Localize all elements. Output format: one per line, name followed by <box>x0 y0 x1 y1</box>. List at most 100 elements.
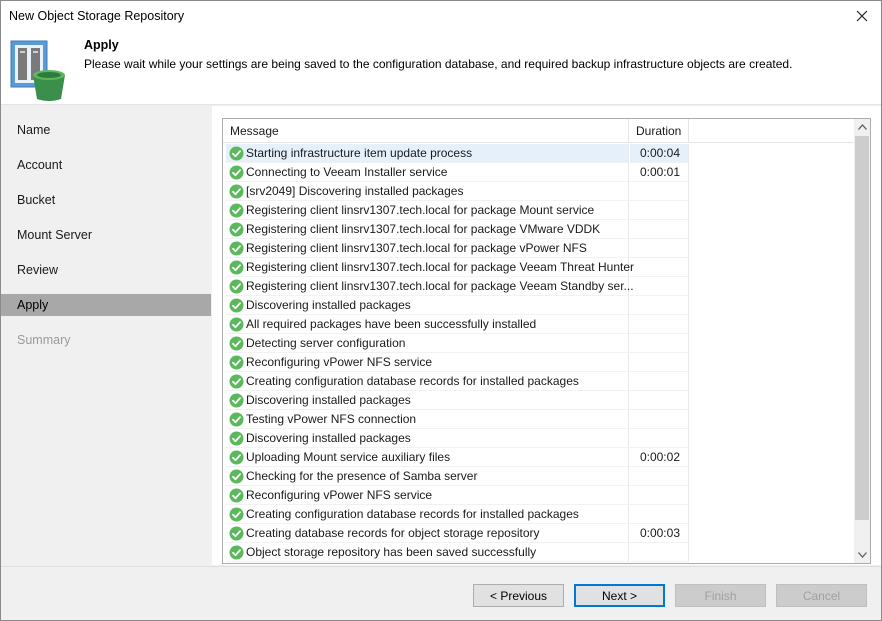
cancel-button: Cancel <box>776 584 867 607</box>
log-row[interactable]: All required packages have been successf… <box>223 315 856 334</box>
sidebar-item-apply[interactable]: Apply <box>1 294 211 316</box>
log-message-cell: Reconfiguring vPower NFS service <box>226 486 629 505</box>
title-bar: New Object Storage Repository <box>1 1 881 32</box>
check-circle-icon <box>229 298 244 313</box>
chevron-up-icon <box>857 124 867 130</box>
log-row[interactable]: [srv2049] Discovering installed packages <box>223 182 856 201</box>
log-row[interactable]: Uploading Mount service auxiliary files 0… <box>223 448 856 467</box>
log-row[interactable]: Connecting to Veeam Installer service 0:0… <box>223 163 856 182</box>
log-row[interactable]: Registering client linsrv1307.tech.local… <box>223 277 856 296</box>
log-message-text: Starting infrastructure item update proc… <box>246 146 473 160</box>
next-button[interactable]: Next > <box>574 584 665 607</box>
close-icon <box>856 10 868 22</box>
log-message-cell: Starting infrastructure item update proc… <box>226 144 629 163</box>
scroll-down-button[interactable] <box>854 547 870 563</box>
scroll-up-button[interactable] <box>854 119 870 135</box>
chevron-down-icon <box>857 552 867 558</box>
log-duration-cell <box>630 296 689 315</box>
check-circle-icon <box>229 488 244 503</box>
log-message-text: Detecting server configuration <box>246 336 406 350</box>
log-duration-cell <box>630 334 689 353</box>
log-duration-cell: 0:00:04 <box>630 144 689 163</box>
log-row[interactable]: Starting infrastructure item update proc… <box>223 144 856 163</box>
wizard-header: Apply Please wait while your settings ar… <box>1 32 881 105</box>
log-duration-cell <box>630 239 689 258</box>
log-row[interactable]: Registering client linsrv1307.tech.local… <box>223 220 856 239</box>
log-duration-cell <box>630 429 689 448</box>
check-circle-icon <box>229 507 244 522</box>
log-row[interactable]: Registering client linsrv1307.tech.local… <box>223 201 856 220</box>
log-row[interactable]: Discovering installed packages <box>223 391 856 410</box>
log-row[interactable]: Reconfiguring vPower NFS service <box>223 486 856 505</box>
log-row[interactable]: Testing vPower NFS connection <box>223 410 856 429</box>
log-duration-cell <box>630 543 689 562</box>
log-row[interactable]: Creating configuration database records … <box>223 372 856 391</box>
log-row[interactable]: Object storage repository has been saved… <box>223 543 856 562</box>
log-message-cell: Connecting to Veeam Installer service <box>226 163 629 182</box>
log-row[interactable]: Checking for the presence of Samba serve… <box>223 467 856 486</box>
log-message-text: Connecting to Veeam Installer service <box>246 165 448 179</box>
list-header: Message Duration <box>223 119 856 143</box>
check-circle-icon <box>229 469 244 484</box>
scrollbar-thumb[interactable] <box>855 136 869 520</box>
log-message-text: Reconfiguring vPower NFS service <box>246 355 433 369</box>
log-message-text: Creating configuration database records … <box>246 374 579 388</box>
log-duration-cell <box>630 486 689 505</box>
log-duration-cell <box>630 505 689 524</box>
log-row[interactable]: Registering client linsrv1307.tech.local… <box>223 258 856 277</box>
check-circle-icon <box>229 374 244 389</box>
sidebar-item-mount-server[interactable]: Mount Server <box>1 224 211 246</box>
check-circle-icon <box>229 450 244 465</box>
finish-button: Finish <box>675 584 766 607</box>
log-row[interactable]: Detecting server configuration <box>223 334 856 353</box>
log-duration-cell <box>630 201 689 220</box>
column-header-duration[interactable]: Duration <box>630 119 689 143</box>
column-header-message[interactable]: Message <box>223 119 629 143</box>
sidebar-item-bucket[interactable]: Bucket <box>1 189 211 211</box>
log-duration-cell <box>630 220 689 239</box>
log-duration-cell: 0:00:01 <box>630 163 689 182</box>
log-duration-cell <box>630 391 689 410</box>
log-message-text: Creating configuration database records … <box>246 507 579 521</box>
log-message-cell: Reconfiguring vPower NFS service <box>226 353 629 372</box>
check-circle-icon <box>229 431 244 446</box>
log-message-text: Discovering installed packages <box>246 431 411 445</box>
check-circle-icon <box>229 526 244 541</box>
log-message-cell: Checking for the presence of Samba serve… <box>226 467 629 486</box>
log-row[interactable]: Discovering installed packages <box>223 429 856 448</box>
check-circle-icon <box>229 317 244 332</box>
log-message-text: Uploading Mount service auxiliary files <box>246 450 451 464</box>
log-row[interactable]: Registering client linsrv1307.tech.local… <box>223 239 856 258</box>
check-circle-icon <box>229 260 244 275</box>
log-message-text: Registering client linsrv1307.tech.local… <box>246 260 634 274</box>
log-message-text: Registering client linsrv1307.tech.local… <box>246 222 601 236</box>
wizard-steps-nav: Name Account Bucket Mount Server Review … <box>1 106 211 565</box>
check-circle-icon <box>229 222 244 237</box>
wizard-window: New Object Storage Repository Apply Plea… <box>0 0 882 621</box>
log-message-text: Object storage repository has been saved… <box>246 545 537 559</box>
log-message-cell: Creating database records for object sto… <box>226 524 629 543</box>
previous-button[interactable]: < Previous <box>473 584 564 607</box>
check-circle-icon <box>229 241 244 256</box>
sidebar-item-account[interactable]: Account <box>1 154 211 176</box>
log-rows: Starting infrastructure item update proc… <box>223 144 856 562</box>
log-duration-cell <box>630 410 689 429</box>
log-message-cell: Uploading Mount service auxiliary files <box>226 448 629 467</box>
progress-log-list[interactable]: Message Duration Starting infrastructure… <box>222 118 871 564</box>
log-row[interactable]: Reconfiguring vPower NFS service <box>223 353 856 372</box>
log-row[interactable]: Creating configuration database records … <box>223 505 856 524</box>
close-button[interactable] <box>845 2 879 30</box>
sidebar-item-review[interactable]: Review <box>1 259 211 281</box>
log-message-cell: Testing vPower NFS connection <box>226 410 629 429</box>
log-message-text: All required packages have been successf… <box>246 317 537 331</box>
log-message-text: Reconfiguring vPower NFS service <box>246 488 433 502</box>
log-duration-cell <box>630 258 689 277</box>
page-description: Please wait while your settings are bein… <box>84 57 793 71</box>
log-message-text: Registering client linsrv1307.tech.local… <box>246 203 595 217</box>
log-row[interactable]: Creating database records for object sto… <box>223 524 856 543</box>
log-row[interactable]: Discovering installed packages <box>223 296 856 315</box>
log-message-cell: Registering client linsrv1307.tech.local… <box>226 201 629 220</box>
sidebar-item-name[interactable]: Name <box>1 119 211 141</box>
vertical-scrollbar[interactable] <box>854 119 870 563</box>
check-circle-icon <box>229 184 244 199</box>
